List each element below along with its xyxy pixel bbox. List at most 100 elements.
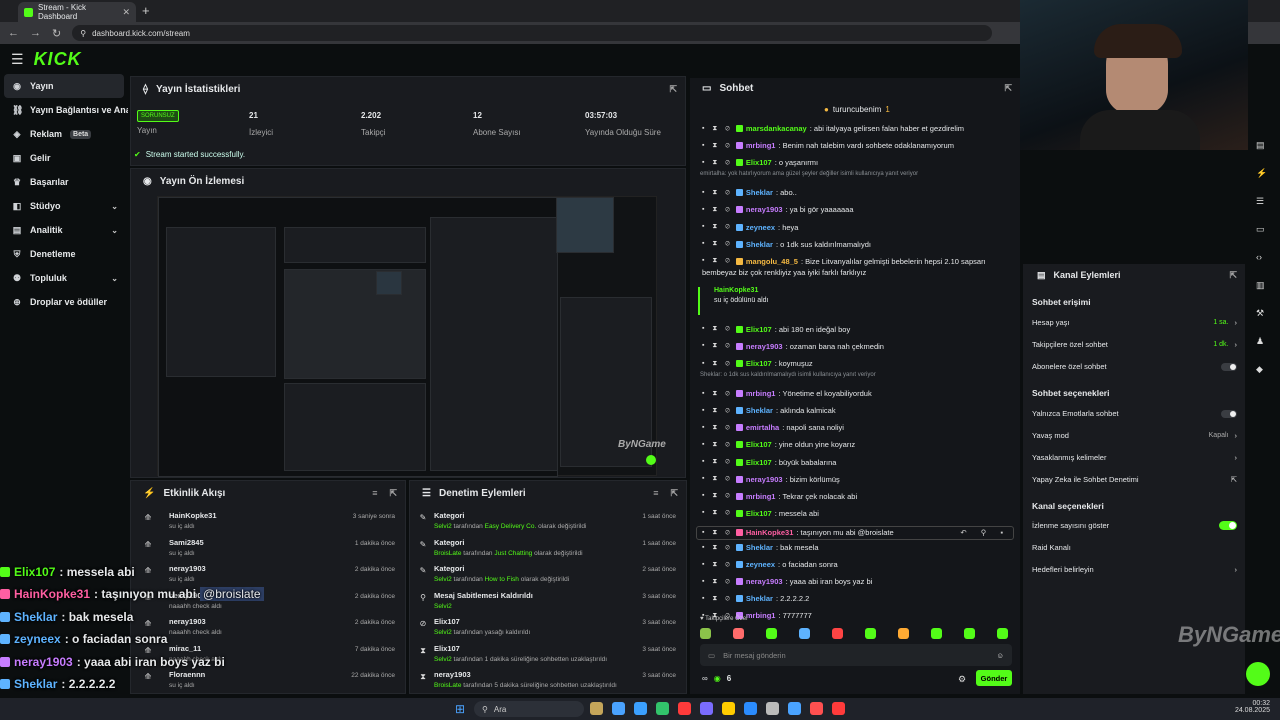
sidebar-item-4[interactable]: ♛ Başarılar (0, 170, 128, 194)
infinity-icon[interactable]: ∞ (702, 674, 708, 683)
mod-action-icons[interactable]: ▪ ⧗ ⊘ (702, 189, 733, 197)
taskbar-app-icon[interactable] (722, 702, 735, 715)
message-actions[interactable]: ↶ ⚲ ▪ (960, 528, 1013, 537)
taskbar-app-icon[interactable] (612, 702, 625, 715)
chat-username[interactable]: mrbing1 (746, 492, 776, 501)
chat-username[interactable]: Sheklar (746, 188, 773, 197)
chat-username[interactable]: Sheklar (746, 240, 773, 249)
popout-icon[interactable]: ⇱ (1004, 83, 1012, 94)
sidebar-item-3[interactable]: ▣ Gelir (0, 146, 128, 170)
mod-action-icons[interactable]: ▪ ⧗ ⊘ (702, 509, 733, 517)
chat-username[interactable]: Elix107 (746, 509, 772, 518)
followers-only-row[interactable]: Takipçilere özel sohbet 1 dk. › (1032, 340, 1237, 349)
emote-icon[interactable] (997, 628, 1008, 639)
chat-message[interactable]: ▪ ⧗ ⊘ Sheklar: abo.. (702, 188, 1012, 197)
chat-username[interactable]: Sheklar (746, 543, 773, 552)
chat-message[interactable]: ▪ ⧗ ⊘ neray1903: ya bi gör yaaaaaaa (702, 205, 1012, 214)
mod-action-icons[interactable]: ▪ ⧗ ⊘ (702, 561, 733, 569)
chat-username[interactable]: Elix107 (746, 359, 772, 368)
taskbar-app-icon[interactable] (656, 702, 669, 715)
sidebar-item-9[interactable]: ⊕ Droplar ve ödüller (0, 290, 128, 314)
show-viewers-toggle[interactable] (1219, 521, 1237, 530)
close-tab-icon[interactable]: ✕ (122, 7, 130, 18)
chat-message[interactable]: ▪ ⧗ ⊘ Elix107: yine oldun yine koyarız (702, 440, 1012, 449)
emote-icon[interactable] (799, 628, 810, 639)
moderation-row[interactable]: ⚲ Mesaj Sabitlemesi Kaldırıldı Selvi2 3 saa… (410, 591, 686, 617)
chat-username[interactable]: neray1903 (746, 205, 783, 214)
chat-message[interactable]: ▪ ⧗ ⊘ mangolu_48_5: Bize Litvanyalılar ge… (702, 257, 1012, 266)
moderation-row[interactable]: ⧗ Elix107 Selvi2 tarafından 1 dakika sürel… (410, 644, 686, 670)
mod-action-icons[interactable]: ▪ ⧗ ⊘ (702, 544, 733, 552)
chat-message[interactable]: ▪ ⧗ ⊘ neray1903: bizim körlümüş (702, 475, 1012, 484)
support-chat-icon[interactable] (1246, 662, 1270, 686)
chat-message[interactable]: ▪ ⧗ ⊘ Elix107: koymuşuz (702, 359, 1012, 368)
chat-message[interactable]: ▪ ⧗ ⊘ mrbing1: Tekrar çek nolacak abi (702, 492, 1012, 501)
mod-action-icons[interactable]: ▪ ⧗ ⊘ (702, 424, 733, 432)
chat-message[interactable]: ▪ ⧗ ⊘ emirtalha: napoli sana noliyi (702, 423, 1012, 432)
sidebar-item-8[interactable]: ⚉ Topluluk ⌄ (0, 266, 128, 290)
taskbar-clock[interactable]: 00:32 24.08.2025 (1230, 700, 1270, 714)
chat-username[interactable]: mrbing1 (746, 141, 776, 150)
emoji-icon[interactable]: ☺ (996, 651, 1004, 660)
mod-action-icons[interactable]: ▪ ⧗ ⊘ (702, 125, 733, 133)
browser-tab[interactable]: Stream - Kick Dashboard ✕ (18, 2, 136, 22)
rail-tool-icon[interactable]: ▤ (1256, 140, 1265, 151)
chat-message[interactable]: ▪ ⧗ ⊘ mrbing1: Yönetime el koyabiliyorduk (702, 389, 1012, 398)
chat-settings-icon[interactable]: ⚙ (958, 674, 966, 685)
menu-icon[interactable]: ☰ (11, 51, 24, 68)
new-tab-button[interactable]: + (142, 3, 150, 18)
taskbar-app-icon[interactable] (590, 702, 603, 715)
chat-username[interactable]: emirtalha (746, 423, 779, 432)
sidebar-item-7[interactable]: ⛨ Denetleme (0, 242, 128, 266)
emote-icon[interactable] (898, 628, 909, 639)
chat-message[interactable]: ▪ ⧗ ⊘ Elix107: o yaşanırmı (702, 158, 1012, 167)
reload-icon[interactable]: ↻ (52, 27, 61, 40)
chat-message[interactable]: ▪ ⧗ ⊘ Elix107: messela abi (702, 509, 1012, 518)
slow-mode-row[interactable]: Yavaş mod Kapalı › (1032, 431, 1237, 440)
banned-words-row[interactable]: Yasaklanmış kelimeler › (1032, 453, 1237, 462)
chat-username[interactable]: zeyneex (746, 223, 775, 232)
chat-username[interactable]: Elix107 (746, 325, 772, 334)
back-icon[interactable]: ← (8, 27, 19, 39)
filter-icon[interactable]: ≡ (372, 488, 377, 498)
chat-message[interactable]: ▪ ⧗ ⊘ Sheklar: bak mesela (702, 543, 1012, 552)
mod-action-icons[interactable]: ▪ ⧗ ⊘ (702, 578, 733, 586)
ai-moderation-row[interactable]: Yapay Zeka ile Sohbet Denetimi ⇱ (1032, 475, 1237, 484)
mod-action-icons[interactable]: ▪ ⧗ ⊘ (702, 159, 733, 167)
mod-action-icons[interactable]: ▪ ⧗ ⊘ (702, 342, 733, 350)
chat-username[interactable]: HainKopke31 (746, 528, 794, 537)
chat-message[interactable]: ▪ ⧗ ⊘ Sheklar: o 1dk sus kaldırılmamalıyd… (702, 240, 1012, 249)
emote-icon[interactable] (700, 628, 711, 639)
mod-action-icons[interactable]: ▪ ⧗ ⊘ (702, 529, 733, 537)
chat-message[interactable]: ▪ ⧗ ⊘ Sheklar: 2.2.2.2.2 (702, 594, 1012, 603)
mod-action-icons[interactable]: ▪ ⧗ ⊘ (702, 407, 733, 415)
mod-action-icons[interactable]: ▪ ⧗ ⊘ (702, 360, 733, 368)
stream-preview-video[interactable]: ByNGame (157, 196, 666, 477)
chat-username[interactable]: neray1903 (746, 475, 783, 484)
moderation-row[interactable]: ⊘ Elix107 Selvi2 tarafından yasağı kaldırı… (410, 617, 686, 643)
emote-only-toggle[interactable] (1221, 409, 1237, 418)
chat-username[interactable]: zeyneex (746, 560, 775, 569)
chat-message[interactable]: ▪ ⧗ ⊘ mrbing1: Benim nah talebim vardı so… (702, 141, 1012, 150)
chat-message[interactable]: ▪ ⧗ ⊘ zeyneex: o faciadan sonra (702, 560, 1012, 569)
mod-action-icons[interactable]: ▪ ⧗ ⊘ (702, 492, 733, 500)
raid-row[interactable]: Raid Kanalı (1032, 543, 1237, 552)
kick-logo[interactable]: KICK (34, 49, 82, 70)
taskbar-app-icon[interactable] (700, 702, 713, 715)
emote-icon[interactable] (733, 628, 744, 639)
chat-message[interactable]: ▪ ⧗ ⊘ Sheklar: aklında kalmicak (702, 406, 1012, 415)
taskbar-app-icon[interactable] (766, 702, 779, 715)
rail-tool-icon[interactable]: ◆ (1256, 364, 1263, 375)
goals-row[interactable]: Hedefleri belirleyin › (1032, 565, 1237, 574)
emote-icon[interactable] (865, 628, 876, 639)
mod-action-icons[interactable]: ▪ ⧗ ⊘ (702, 441, 733, 449)
moderation-row[interactable]: ✎ Kategori BroisLate tarafından Just Chatt… (410, 538, 686, 564)
chat-message[interactable]: ▪ ⧗ ⊘ HainKopke31: taşınıyon mu abi @broi… (696, 525, 1014, 540)
emote-icon[interactable] (832, 628, 843, 639)
chat-username[interactable]: Elix107 (746, 158, 772, 167)
mod-action-icons[interactable]: ▪ ⧗ ⊘ (702, 142, 733, 150)
chat-username[interactable]: neray1903 (746, 577, 783, 586)
emote-icon[interactable] (766, 628, 777, 639)
popout-icon[interactable]: ⇱ (669, 84, 677, 95)
chat-username[interactable]: mrbing1 (746, 611, 776, 620)
